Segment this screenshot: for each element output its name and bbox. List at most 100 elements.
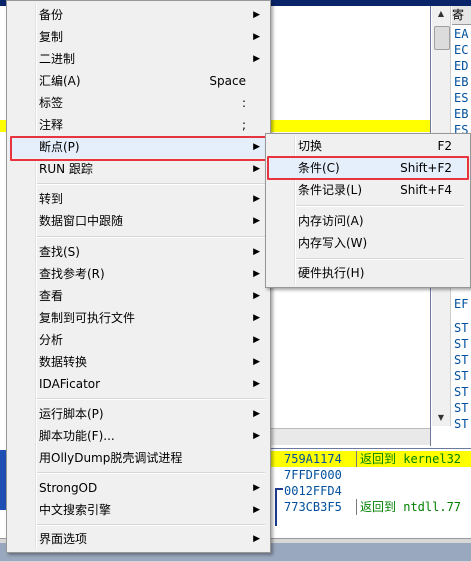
menu-item-label: 切换 — [298, 139, 323, 153]
menu-item-label: 用OllyDump脱壳调试进程 — [39, 451, 183, 465]
stack-address: 773CB3F5 — [284, 500, 342, 514]
menu-item-backup[interactable]: 备份 ▶ — [9, 4, 266, 26]
scroll-up-icon[interactable]: ▲ — [432, 6, 450, 22]
submenu-arrow-icon: ▶ — [253, 505, 260, 515]
menu-item-find-references[interactable]: 查找参考(R) ▶ — [9, 263, 266, 285]
menu-separator — [37, 183, 265, 185]
menu-item-script-functions[interactable]: 脚本功能(F)... ▶ — [9, 425, 266, 447]
menu-item-label: 内存访问(A) — [298, 214, 364, 228]
menu-separator — [37, 236, 265, 238]
menu-item-label: 查找(S) — [39, 245, 80, 259]
register-pane-header: 寄 — [452, 6, 471, 25]
menu-item-label: IDAFicator — [39, 377, 101, 391]
menu-separator — [296, 205, 464, 207]
menu-item-shortcut: F2 — [437, 139, 452, 153]
menu-item-data-conversion[interactable]: 数据转换 ▶ — [9, 351, 266, 373]
stack-comment: 返回到 ntdll.77 — [356, 499, 461, 515]
menu-item-label: 中文搜索引擎 — [39, 503, 112, 517]
horizontal-scrollbar[interactable] — [270, 428, 430, 445]
submenu-item-toggle[interactable]: 切换 F2 — [268, 135, 466, 157]
menu-item-label: 复制到可执行文件 — [39, 311, 136, 325]
menu-item-chinese-search[interactable]: 中文搜索引擎 ▶ — [9, 499, 266, 521]
menu-item-search[interactable]: 查找(S) ▶ — [9, 241, 266, 263]
submenu-arrow-icon: ▶ — [253, 431, 260, 441]
register-name: EB — [454, 107, 469, 121]
menu-item-comment[interactable]: 注释 ; — [9, 114, 266, 136]
highlight-breakpoint-item — [10, 136, 271, 161]
register-name: ST — [454, 369, 469, 383]
stack-address: 0012FFD4 — [284, 484, 342, 498]
submenu-item-hardware-execute[interactable]: 硬件执行(H) — [268, 262, 466, 284]
menu-item-label: 注释 — [39, 118, 64, 132]
submenu-arrow-icon: ▶ — [253, 357, 260, 367]
menu-item-shortcut: ; — [241, 118, 246, 132]
register-name: ST — [454, 321, 469, 335]
submenu-arrow-icon: ▶ — [253, 164, 260, 174]
submenu-arrow-icon: ▶ — [253, 216, 260, 226]
submenu-item-memory-access[interactable]: 内存访问(A) — [268, 210, 466, 232]
register-name: ST — [454, 337, 469, 351]
stack-row[interactable]: 0012FFD4 — [270, 483, 471, 499]
register-name: EA — [454, 27, 469, 41]
stack-address: 759A1174 — [284, 452, 342, 466]
register-name: ST — [454, 353, 469, 367]
stack-row[interactable]: 759A1174 返回到 kernel32 — [270, 451, 471, 467]
submenu-item-conditional-log[interactable]: 条件记录(L) Shift+F4 — [268, 179, 466, 201]
menu-item-copy-to-executable[interactable]: 复制到可执行文件 ▶ — [9, 307, 266, 329]
menu-item-follow-in-dump[interactable]: 数据窗口中跟随 ▶ — [9, 210, 266, 232]
register-name: ST — [454, 417, 469, 431]
menu-item-label: 汇编(A) — [39, 74, 81, 88]
scrollbar-thumb[interactable] — [434, 26, 450, 50]
stack-pane[interactable]: 759A1174 返回到 kernel32 7FFDF000 0012FFD4 … — [270, 448, 471, 539]
menu-item-view[interactable]: 查看 ▶ — [9, 285, 266, 307]
menu-item-run-trace[interactable]: RUN 跟踪 ▶ — [9, 158, 266, 180]
register-name: ES — [454, 91, 469, 105]
submenu-arrow-icon: ▶ — [253, 483, 260, 493]
submenu-arrow-icon: ▶ — [253, 54, 260, 64]
menu-item-label: 界面选项 — [39, 532, 88, 546]
menu-item-assemble[interactable]: 汇编(A) Space — [9, 70, 266, 92]
menu-item-label: 查看 — [39, 289, 64, 303]
menu-item-shortcut: Space — [209, 74, 246, 88]
menu-item-shortcut: Shift+F4 — [400, 183, 452, 197]
menu-separator — [37, 524, 265, 526]
menu-item-label: 条件记录(L) — [298, 183, 363, 197]
menu-separator — [37, 398, 265, 400]
menu-item-shortcut: : — [241, 96, 246, 110]
submenu-arrow-icon: ▶ — [253, 269, 260, 279]
menu-item-run-script[interactable]: 运行脚本(P) ▶ — [9, 403, 266, 425]
stack-row[interactable]: 7FFDF000 — [270, 467, 471, 483]
menu-item-idaficator[interactable]: IDAFicator ▶ — [9, 373, 266, 395]
scroll-down-icon[interactable]: ▼ — [432, 410, 450, 426]
context-menu: 备份 ▶ 复制 ▶ 二进制 ▶ 汇编(A) Space 标签 : 注释 ; 断点… — [6, 0, 271, 553]
menu-item-binary[interactable]: 二进制 ▶ — [9, 48, 266, 70]
submenu-arrow-icon: ▶ — [253, 10, 260, 20]
menu-item-analysis[interactable]: 分析 ▶ — [9, 329, 266, 351]
submenu-arrow-icon: ▶ — [253, 291, 260, 301]
highlight-conditional-item — [267, 156, 469, 180]
stack-comment: 返回到 kernel32 — [356, 451, 461, 467]
submenu-arrow-icon: ▶ — [253, 32, 260, 42]
stack-address: 7FFDF000 — [284, 468, 342, 482]
register-name: EF — [454, 297, 469, 311]
menu-item-label: 分析 — [39, 333, 64, 347]
menu-item-ollydump[interactable]: 用OllyDump脱壳调试进程 — [9, 447, 266, 469]
register-name: EC — [454, 43, 469, 57]
menu-item-label: 脚本功能(F)... — [39, 429, 115, 443]
register-name: ST — [454, 385, 469, 399]
menu-item-label: 二进制 — [39, 52, 76, 66]
stack-frame-bracket — [275, 488, 283, 526]
menu-item-strongod[interactable]: StrongOD ▶ — [9, 477, 266, 499]
menu-item-label: 数据窗口中跟随 — [39, 214, 124, 228]
menu-item-goto[interactable]: 转到 ▶ — [9, 188, 266, 210]
stack-row[interactable]: 773CB3F5 返回到 ntdll.77 — [270, 499, 471, 515]
menu-item-interface-options[interactable]: 界面选项 ▶ — [9, 528, 266, 550]
submenu-arrow-icon: ▶ — [253, 335, 260, 345]
menu-item-copy[interactable]: 复制 ▶ — [9, 26, 266, 48]
submenu-arrow-icon: ▶ — [253, 409, 260, 419]
submenu-item-memory-write[interactable]: 内存写入(W) — [268, 232, 466, 254]
menu-item-label: StrongOD — [39, 481, 98, 495]
menu-item-label-tag[interactable]: 标签 : — [9, 92, 266, 114]
menu-item-label: 标签 — [39, 96, 64, 110]
register-name: ST — [454, 401, 469, 415]
